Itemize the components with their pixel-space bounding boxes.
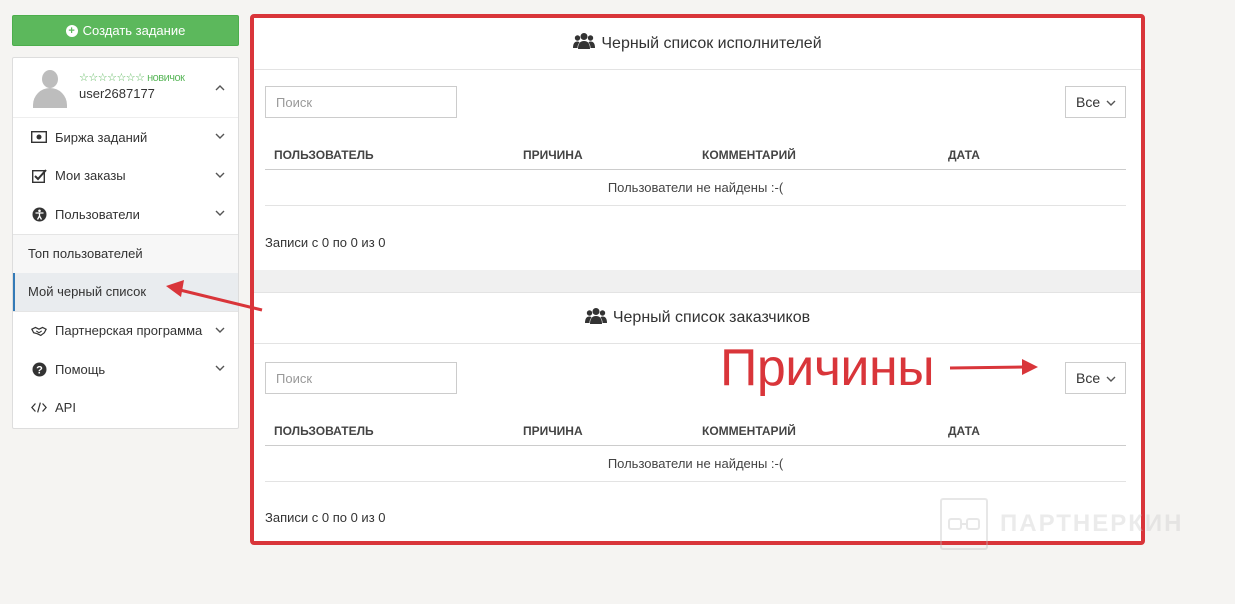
table-header: ПОЛЬЗОВАТЕЛЬ ПРИЧИНА КОММЕНТАРИЙ ДАТА <box>265 140 1126 170</box>
users-group-icon <box>584 307 607 330</box>
sidebar-item-label: Партнерская программа <box>55 323 203 339</box>
chevron-up-icon[interactable] <box>215 84 225 93</box>
sidebar-menu: ☆☆☆☆☆☆☆ новичок user2687177 Биржа задани… <box>12 57 239 429</box>
column-header-user[interactable]: ПОЛЬЗОВАТЕЛЬ <box>274 424 374 438</box>
username: user2687177 <box>79 86 155 101</box>
records-info: Записи с 0 по 0 из 0 <box>265 235 386 250</box>
panel-title: Черный список заказчиков <box>612 309 811 326</box>
blacklist-panel: Черный список исполнителей Поиск Все ПОЛ… <box>250 14 1145 545</box>
column-header-date[interactable]: ДАТА <box>948 148 980 162</box>
panel-header: Черный список заказчиков <box>254 292 1141 344</box>
sidebar-item-label: Биржа заданий <box>55 129 148 145</box>
sidebar-item-label: Пользователи <box>55 206 140 222</box>
filter-select[interactable]: Все <box>1065 86 1126 118</box>
filter-value: Все <box>1076 94 1101 110</box>
handshake-icon <box>31 324 47 338</box>
sidebar-item-api[interactable]: API <box>13 389 238 428</box>
table-header: ПОЛЬЗОВАТЕЛЬ ПРИЧИНА КОММЕНТАРИЙ ДАТА <box>265 416 1126 446</box>
sidebar-item-orders[interactable]: Мои заказы <box>13 157 238 196</box>
sidebar-item-users[interactable]: Пользователи <box>13 195 238 234</box>
panel-title: Черный список исполнителей <box>601 34 822 52</box>
search-input[interactable]: Поиск <box>265 86 457 118</box>
filter-select[interactable]: Все <box>1065 362 1126 394</box>
chevron-down-icon <box>215 210 225 219</box>
checkbox-icon <box>31 169 47 183</box>
empty-row: Пользователи не найдены :-( <box>265 446 1126 482</box>
sidebar-item-label: API <box>55 400 76 416</box>
user-rank: ☆☆☆☆☆☆☆ новичок <box>79 72 185 84</box>
code-icon <box>31 401 47 415</box>
profile-block[interactable]: ☆☆☆☆☆☆☆ новичок user2687177 <box>13 58 238 118</box>
sidebar-item-label: Мои заказы <box>55 168 126 184</box>
records-info: Записи с 0 по 0 из 0 <box>265 510 386 525</box>
question-icon: ? <box>31 362 47 377</box>
create-task-button[interactable]: + Создать задание <box>12 15 239 46</box>
filter-value: Все <box>1076 370 1101 386</box>
chevron-down-icon <box>215 133 225 142</box>
create-task-label: Создать задание <box>82 23 186 38</box>
chevron-down-icon <box>1106 94 1116 110</box>
avatar <box>33 70 67 108</box>
users-submenu: Топ пользователей Мой черный список <box>13 233 238 312</box>
watermark-text: ПАРТНЕРКИН <box>1000 510 1184 537</box>
column-header-comment[interactable]: КОММЕНТАРИЙ <box>702 424 796 438</box>
column-header-reason[interactable]: ПРИЧИНА <box>523 424 583 438</box>
sidebar-item-help[interactable]: ? Помощь <box>13 350 238 389</box>
watermark: ПАРТНЕРКИН <box>940 498 1184 550</box>
column-header-user[interactable]: ПОЛЬЗОВАТЕЛЬ <box>274 148 374 162</box>
column-header-date[interactable]: ДАТА <box>948 424 980 438</box>
cash-icon <box>31 130 47 144</box>
chevron-down-icon <box>1106 370 1116 386</box>
sidebar-item-partner-program[interactable]: Партнерская программа <box>13 312 238 351</box>
column-header-reason[interactable]: ПРИЧИНА <box>523 148 583 162</box>
svg-text:?: ? <box>36 364 43 376</box>
annotation-text: Причины <box>720 339 935 397</box>
chevron-down-icon <box>215 365 225 374</box>
column-header-comment[interactable]: КОММЕНТАРИЙ <box>702 148 796 162</box>
plus-circle-icon: + <box>65 24 78 37</box>
chevron-down-icon <box>215 172 225 181</box>
accessibility-icon <box>31 207 47 222</box>
search-input[interactable]: Поиск <box>265 362 457 394</box>
panel-header: Черный список исполнителей <box>254 18 1141 70</box>
empty-row: Пользователи не найдены :-( <box>265 170 1126 206</box>
users-group-icon <box>573 32 596 55</box>
watermark-logo-icon <box>940 498 988 550</box>
sidebar-item-exchange[interactable]: Биржа заданий <box>13 118 238 157</box>
submenu-item-top-users[interactable]: Топ пользователей <box>13 235 238 273</box>
sidebar-item-label: Помощь <box>55 361 106 377</box>
chevron-down-icon <box>215 327 225 336</box>
submenu-item-my-blacklist[interactable]: Мой черный список <box>13 272 238 311</box>
performers-blacklist: Черный список исполнителей Поиск Все ПОЛ… <box>254 18 1141 270</box>
